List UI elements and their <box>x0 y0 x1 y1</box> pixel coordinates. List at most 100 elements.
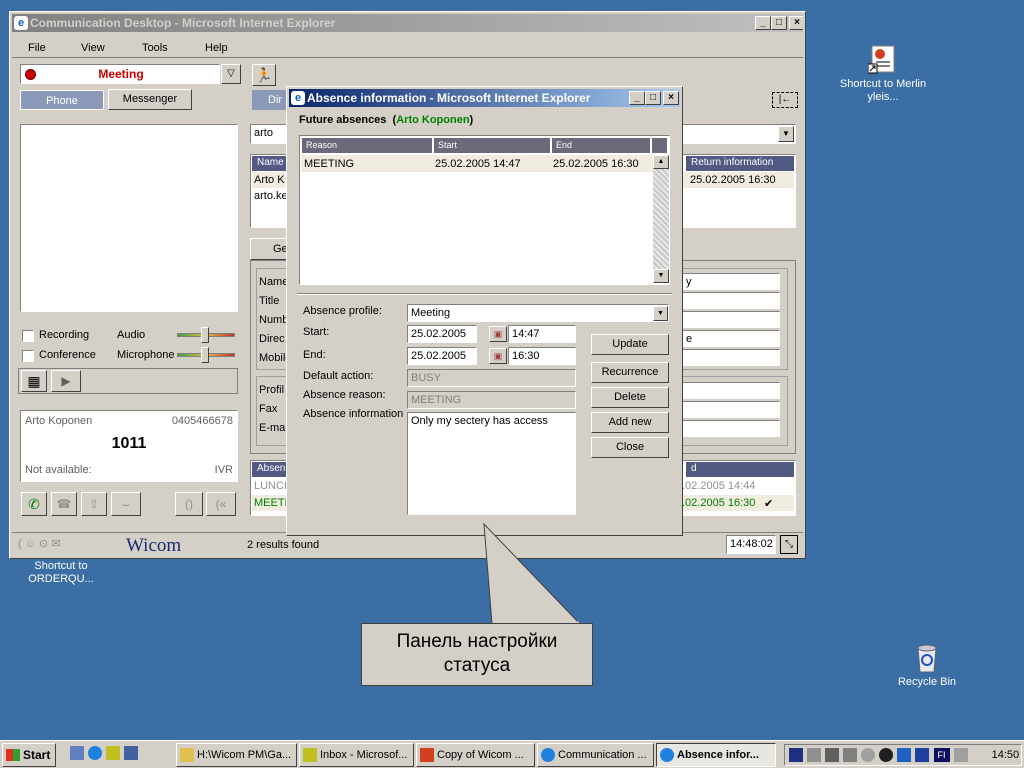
security-icon[interactable] <box>915 748 930 762</box>
taskbar-item-absence[interactable]: Absence infor... <box>656 743 776 767</box>
detail-field <box>682 420 780 437</box>
menu-help[interactable]: Help <box>205 42 228 54</box>
scroll-down-icon[interactable]: ▼ <box>653 269 669 283</box>
taskbar-item-explorer[interactable]: H:\Wicom PM\Ga... <box>176 743 297 767</box>
taskbar-item-communication[interactable]: Communication ... <box>537 743 654 767</box>
taskbar-item-inbox[interactable]: Inbox - Microsof... <box>299 743 414 767</box>
maximize-button[interactable]: □ <box>645 91 661 105</box>
maximize-button[interactable]: □ <box>771 16 787 30</box>
microphone-slider-knob[interactable] <box>201 347 209 363</box>
close-dialog-button[interactable]: Close <box>591 437 669 458</box>
close-button[interactable]: × <box>663 91 679 105</box>
start-time-input[interactable]: 14:47 <box>508 325 576 343</box>
outlook-icon <box>303 748 317 762</box>
pen-icon[interactable] <box>953 748 968 762</box>
start-date-input[interactable]: 25.02.2005 <box>407 325 477 343</box>
profile-dropdown-arrow-icon[interactable]: ▼ <box>653 306 668 321</box>
tab-general[interactable]: Ge <box>250 238 290 260</box>
conference-checkbox[interactable] <box>22 350 34 362</box>
scroll-up-icon[interactable]: ▲ <box>653 155 669 169</box>
shield-icon[interactable] <box>789 748 803 762</box>
hold-icon[interactable]: ⌣ <box>111 492 141 516</box>
moon-icon[interactable] <box>879 748 894 762</box>
desktop-icon-recycle-bin[interactable]: Recycle Bin <box>882 642 972 689</box>
add-new-button[interactable]: Add new <box>591 412 669 433</box>
menu-tools[interactable]: Tools <box>142 42 168 54</box>
status-dropdown-arrow-icon[interactable]: ▽ <box>221 64 241 84</box>
column-reason[interactable]: Reason <box>302 138 433 153</box>
separator <box>297 293 672 295</box>
minimize-button[interactable]: _ <box>755 16 771 30</box>
outlook-quicklaunch-icon[interactable] <box>124 746 139 760</box>
video-camera-icon[interactable]: ▶ <box>51 370 81 392</box>
tab-messenger-label: Messenger <box>122 93 178 105</box>
column-end[interactable]: End <box>552 138 651 153</box>
column-end-label: End <box>556 140 573 150</box>
absence-info-value: Only my sectery has access <box>411 415 548 427</box>
end-calendar-icon[interactable]: ▣ <box>489 348 507 364</box>
label-absence-reason: Absence reason: <box>303 389 386 401</box>
end-time-input[interactable]: 16:30 <box>508 347 576 365</box>
clock[interactable]: 14:50 <box>992 749 1020 761</box>
taskbar-item-wicom-copy[interactable]: Copy of Wicom ... <box>416 743 535 767</box>
recording-checkbox[interactable] <box>22 330 34 342</box>
monitor-icon[interactable] <box>843 748 858 762</box>
add-new-button-label: Add new <box>608 416 652 428</box>
transfer-icon[interactable]: ⇧ <box>81 492 107 516</box>
hangup-icon[interactable]: ☎ <box>51 492 77 516</box>
taskbar-item-label: Communication ... <box>558 749 647 761</box>
language-icon[interactable]: FI <box>933 748 950 762</box>
profile-select[interactable]: Meeting <box>407 304 669 322</box>
paren-close: ) <box>469 114 474 126</box>
ie-quicklaunch-icon[interactable] <box>88 746 103 760</box>
search-dropdown-arrow-icon[interactable]: ▼ <box>778 126 794 142</box>
folder-icon <box>180 748 194 762</box>
resize-icon[interactable]: ⤡ <box>780 535 798 554</box>
network-icon[interactable] <box>825 748 840 762</box>
menu-file[interactable]: File <box>28 42 46 54</box>
absence-info-textarea[interactable]: Only my sectery has access <box>407 412 576 515</box>
results-header-return[interactable]: Return information <box>686 156 794 171</box>
results-header-return-label: Return information <box>691 157 774 168</box>
recurrence-button[interactable]: Recurrence <box>591 362 669 383</box>
absence-dialog-titlebar[interactable]: e Absence information - Microsoft Intern… <box>289 89 680 107</box>
delete-button[interactable]: Delete <box>591 387 669 408</box>
antivirus-icon[interactable] <box>897 748 912 762</box>
panel-toggle-icon[interactable]: |← <box>772 92 798 108</box>
show-desktop-icon[interactable] <box>70 746 84 760</box>
system-tray: FI 14:50 <box>784 744 1022 766</box>
column-reason-label: Reason <box>306 140 338 150</box>
close-button[interactable]: × <box>789 16 803 30</box>
answer-call-icon[interactable]: ✆ <box>21 492 47 516</box>
tab-messenger[interactable]: Messenger <box>108 89 192 110</box>
desktop-icon-merlin[interactable]: Shortcut to Merlin yleis... <box>838 44 928 104</box>
end-date-input[interactable]: 25.02.2005 <box>407 347 477 365</box>
main-window-titlebar[interactable]: e Communication Desktop - Microsoft Inte… <box>12 14 803 32</box>
update-button[interactable]: Update <box>591 334 669 355</box>
app-quicklaunch-icon[interactable] <box>106 746 121 760</box>
status-select[interactable]: Meeting <box>20 64 220 84</box>
absence-reason-value: MEETING <box>411 394 462 406</box>
wicom-logo: Wicom <box>126 535 182 556</box>
minimize-button[interactable]: _ <box>629 91 645 105</box>
away-runner-icon[interactable]: 🏃 <box>252 64 276 86</box>
start-button[interactable]: Start <box>2 743 56 767</box>
start-calendar-icon[interactable]: ▣ <box>489 326 507 342</box>
desktop-icon-label: Shortcut to Merlin yleis... <box>839 78 927 103</box>
checkmark-icon: ✔ <box>764 498 774 510</box>
keypad-icon[interactable]: ▦ <box>21 370 47 392</box>
audio-slider-knob[interactable] <box>201 327 209 343</box>
column-start[interactable]: Start <box>434 138 551 153</box>
desktop-icon-orderqu[interactable]: Shortcut to ORDERQU... <box>16 560 106 586</box>
detail-field <box>682 401 780 418</box>
conference-call-icon[interactable]: () <box>175 492 203 516</box>
list-scrollbar[interactable]: ▲ ▼ <box>653 155 669 283</box>
menu-view[interactable]: View <box>81 42 105 54</box>
tab-phone[interactable]: Phone <box>20 90 104 110</box>
absence-header-right[interactable]: d <box>686 462 794 477</box>
absence-reason-field: MEETING <box>407 391 576 409</box>
forward-call-icon[interactable]: (« <box>206 492 236 516</box>
table-row[interactable]: MEETING 25.02.2005 14:47 25.02.2005 16:3… <box>301 155 653 172</box>
settings-icon[interactable] <box>861 748 876 762</box>
volume-icon[interactable] <box>807 748 822 762</box>
